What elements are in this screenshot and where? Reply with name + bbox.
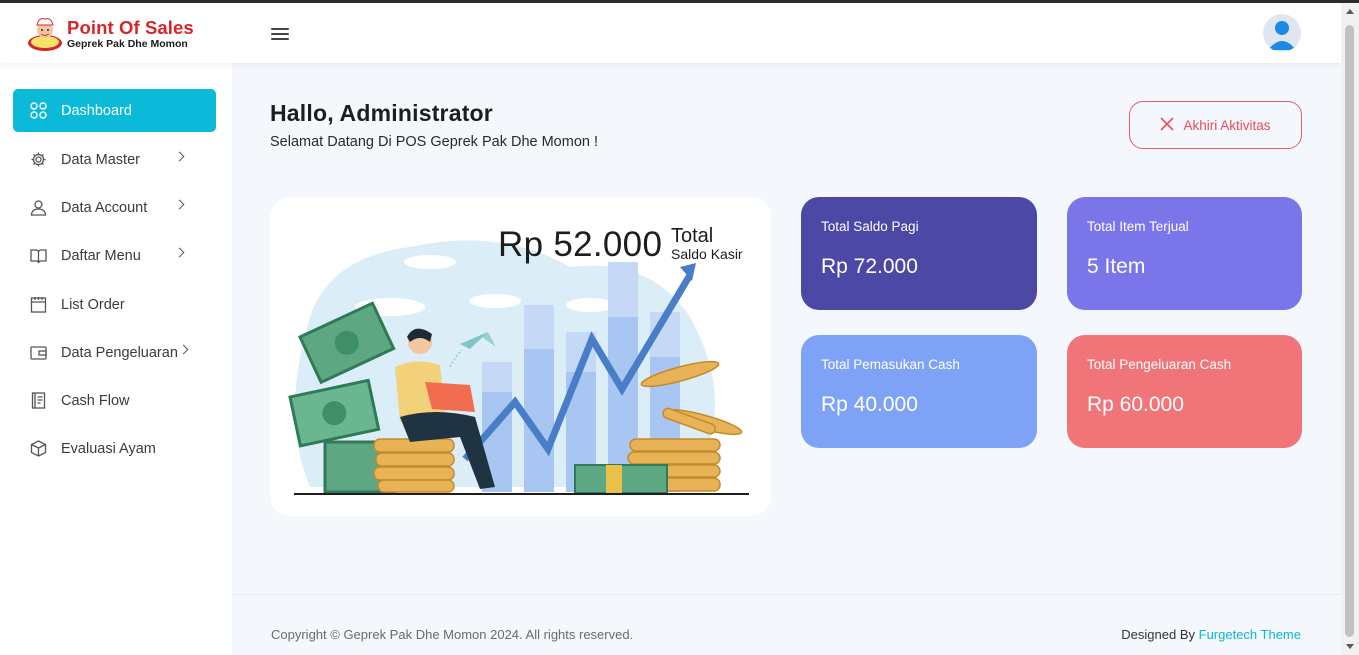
sidebar-item-label: Evaluasi Ayam — [61, 440, 156, 457]
grid-icon — [28, 101, 48, 121]
stat-card-value: Rp 60.000 — [1087, 393, 1184, 416]
page-title: Hallo, Administrator — [270, 100, 493, 126]
scrollbar-thumb[interactable] — [1345, 25, 1354, 637]
book-icon — [28, 246, 48, 266]
sidebar: Dashboard Data Master Data Account Dafta… — [0, 63, 232, 655]
sidebar-item-label: Cash Flow — [61, 392, 130, 409]
vertical-scrollbar[interactable] — [1341, 3, 1359, 655]
wallet-icon — [28, 343, 48, 363]
scroll-down-arrow-icon[interactable] — [1346, 644, 1354, 649]
scroll-up-arrow-icon[interactable] — [1346, 9, 1354, 14]
sidebar-item-label: Dashboard — [61, 102, 132, 119]
sidebar-item-list-order[interactable]: List Order — [13, 283, 216, 326]
sidebar-item-label: Daftar Menu — [61, 247, 141, 264]
user-icon — [28, 198, 48, 218]
stat-card-saldo-pagi: Total Saldo Pagi Rp 72.000 — [801, 197, 1037, 310]
stat-card-pengeluaran-cash: Total Pengeluaran Cash Rp 60.000 — [1067, 335, 1302, 448]
top-navbar: Point Of Sales Geprek Pak Dhe Momon — [0, 3, 1341, 63]
sidebar-item-label: Data Account — [61, 199, 148, 216]
sidebar-item-data-account[interactable]: Data Account — [13, 186, 216, 229]
stat-card-item-terjual: Total Item Terjual 5 Item — [1067, 197, 1302, 310]
copyright-text: Copyright © Geprek Pak Dhe Momon 2024. A… — [271, 627, 634, 642]
end-activity-button[interactable]: Akhiri Aktivitas — [1129, 101, 1302, 149]
sidebar-item-daftar-menu[interactable]: Daftar Menu — [13, 234, 216, 277]
end-activity-label: Akhiri Aktivitas — [1183, 117, 1271, 133]
stat-card-value: Rp 40.000 — [821, 393, 918, 416]
footer: Copyright © Geprek Pak Dhe Momon 2024. A… — [232, 594, 1341, 655]
chef-logo-icon — [26, 16, 64, 52]
stat-card-label: Total Item Terjual — [1087, 219, 1189, 234]
welcome-text: Selamat Datang Di POS Geprek Pak Dhe Mom… — [270, 134, 599, 150]
logo-subtitle: Geprek Pak Dhe Momon — [67, 38, 188, 50]
close-icon — [1160, 116, 1175, 134]
sidebar-item-label: List Order — [61, 296, 125, 313]
user-avatar-icon[interactable] — [1263, 14, 1301, 52]
stat-card-label: Total Pengeluaran Cash — [1087, 357, 1232, 372]
theme-link[interactable]: Furgetech Theme — [1199, 627, 1301, 642]
hamburger-icon[interactable] — [271, 28, 289, 42]
sidebar-item-label: Data Master — [61, 151, 140, 168]
greeting: Hallo, Administrator Selamat Datang Di P… — [270, 100, 598, 150]
gear-icon — [28, 150, 48, 170]
sidebar-item-data-master[interactable]: Data Master — [13, 138, 216, 181]
cash-balance-label-line2: Saldo Kasir — [671, 246, 743, 262]
stat-card-label: Total Saldo Pagi — [821, 219, 919, 234]
chevron-right-icon — [174, 199, 185, 210]
chevron-right-icon — [178, 344, 189, 355]
sidebar-item-label: Data Pengeluaran — [61, 344, 178, 361]
sidebar-item-data-pengeluaran[interactable]: Data Pengeluaran — [13, 331, 216, 374]
chevron-right-icon — [174, 151, 185, 162]
stat-card-value: Rp 72.000 — [821, 255, 918, 278]
cash-balance-amount: Rp 52.000 — [498, 225, 663, 264]
box-icon — [28, 439, 48, 459]
designed-by-prefix: Designed By — [1121, 627, 1195, 642]
app-frame: Point Of Sales Geprek Pak Dhe Momon Dash… — [0, 3, 1341, 655]
stat-card-label: Total Pemasukan Cash — [821, 357, 960, 372]
cash-balance-label-line1: Total — [671, 225, 714, 247]
calendar-icon — [28, 295, 48, 315]
logo-title: Point Of Sales — [67, 16, 194, 38]
stat-card-value: 5 Item — [1087, 255, 1146, 278]
cash-balance-hero-card: Rp 52.000 Total Saldo Kasir — [270, 197, 771, 516]
logo[interactable]: Point Of Sales Geprek Pak Dhe Momon — [26, 16, 194, 52]
sidebar-item-dashboard[interactable]: Dashboard — [13, 89, 216, 132]
stat-card-pemasukan-cash: Total Pemasukan Cash Rp 40.000 — [801, 335, 1037, 448]
designed-by: Designed By Furgetech Theme — [1121, 627, 1301, 642]
sidebar-item-cash-flow[interactable]: Cash Flow — [13, 379, 216, 422]
sidebar-item-evaluasi-ayam[interactable]: Evaluasi Ayam — [13, 427, 216, 470]
chevron-right-icon — [174, 247, 185, 258]
ledger-icon — [28, 391, 48, 411]
